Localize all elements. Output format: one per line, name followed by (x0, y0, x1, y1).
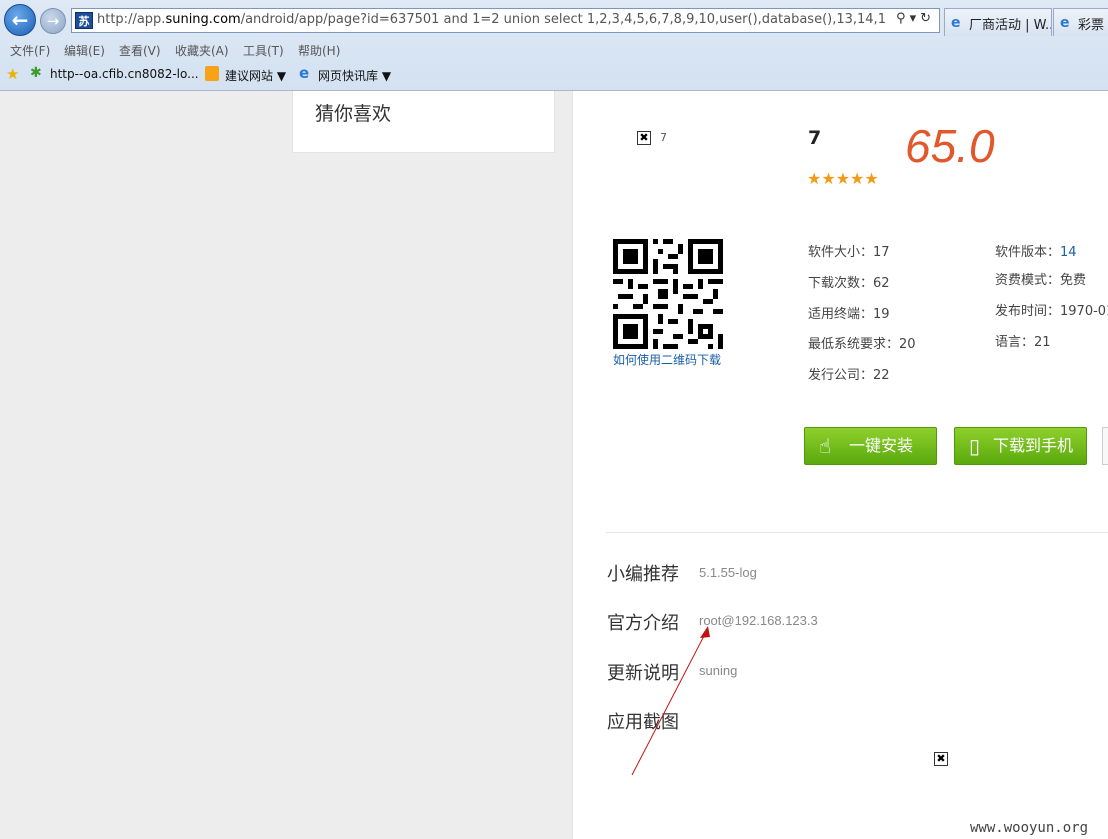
menu-tools[interactable]: 工具(T) (243, 42, 284, 59)
info-pricing: 资费模式：免费 (995, 273, 1087, 288)
guess-you-like-title: 猜你喜欢 (315, 103, 392, 125)
back-button[interactable]: ← (4, 4, 36, 36)
url-text[interactable]: http://app.suning.com/android/app/page?i… (97, 12, 887, 30)
one-click-install-button[interactable]: ☝ 一键安装 (804, 427, 937, 465)
hand-pointer-icon: ☝ (819, 434, 832, 458)
info-downloads: 下载次数：62 (808, 276, 890, 291)
broken-image-icon: ✖ (934, 752, 948, 766)
broken-image-icon: ✖ (637, 131, 651, 145)
menu-edit[interactable]: 编辑(E) (64, 42, 105, 59)
address-bar[interactable]: 苏 http://app.suning.com/android/app/page… (71, 8, 940, 33)
refresh-icon[interactable]: ↻ (920, 11, 935, 26)
qr-code-image (613, 239, 723, 349)
divider (606, 532, 1108, 533)
menu-view[interactable]: 查看(V) (119, 42, 161, 59)
rating-stars: ★★★★★ (807, 169, 879, 188)
tab-vendor-activity[interactable]: e 厂商活动 | W... (944, 8, 1052, 36)
browser-chrome: ← → 苏 http://app.suning.com/android/app/… (0, 0, 1108, 91)
watermark: www.wooyun.org (970, 820, 1089, 836)
app-icon-alt-text: 7 (660, 131, 667, 144)
favorite-web-slice-gallery[interactable]: 网页快讯库 ▼ (318, 67, 391, 84)
favorites-star-icon[interactable]: ★ (6, 65, 19, 83)
more-button-edge[interactable] (1102, 427, 1108, 465)
section-value-editor-pick: 5.1.55-log (699, 565, 757, 580)
ie-icon: e (1060, 15, 1070, 31)
bing-icon (205, 66, 219, 81)
site-favicon-icon: 苏 (75, 12, 93, 29)
favorite-suggested-sites[interactable]: 建议网站 ▼ (225, 67, 286, 84)
tab-lottery[interactable]: e 彩票 (1053, 8, 1108, 36)
forward-button[interactable]: → (40, 8, 66, 34)
app-score: 65.0 (905, 120, 995, 172)
dropdown-icon[interactable]: ▾ (910, 11, 921, 26)
address-bar-icons: ⚲▾↻ (896, 11, 935, 26)
ie-icon: e (299, 64, 310, 82)
qr-help-link[interactable]: 如何使用二维码下载 (613, 351, 721, 368)
annotation-arrow (631, 626, 710, 776)
search-icon[interactable]: ⚲ (896, 11, 910, 26)
chevron-down-icon: ▼ (276, 69, 287, 83)
info-publisher: 发行公司：22 (808, 368, 890, 383)
phone-icon: ▯ (969, 434, 981, 458)
site-gear-icon: ✱ (30, 65, 42, 81)
info-min-system: 最低系统要求：20 (808, 337, 916, 352)
info-version: 软件版本：14 (995, 245, 1077, 260)
menu-bar: 文件(F) 编辑(E) 查看(V) 收藏夹(A) 工具(T) 帮助(H) (0, 38, 1108, 60)
menu-file[interactable]: 文件(F) (10, 42, 50, 59)
menu-help[interactable]: 帮助(H) (298, 42, 340, 59)
navigation-bar: ← → 苏 http://app.suning.com/android/app/… (0, 0, 1108, 38)
info-size: 软件大小：17 (808, 245, 890, 260)
app-name: 7 (808, 127, 822, 149)
info-language: 语言：21 (995, 335, 1051, 350)
ie-icon: e (951, 15, 961, 31)
info-terminal: 适用终端：19 (808, 307, 890, 322)
download-to-phone-button[interactable]: ▯ 下载到手机 (954, 427, 1087, 465)
favorite-oa-link[interactable]: http--oa.cfib.cn8082-lo... (50, 67, 199, 81)
guess-you-like-card: 猜你喜欢 (292, 91, 555, 153)
favorites-bar: ★ ✱ http--oa.cfib.cn8082-lo... 建议网站 ▼ e … (0, 62, 1108, 88)
chevron-down-icon: ▼ (381, 69, 392, 83)
menu-favorites[interactable]: 收藏夹(A) (175, 42, 229, 59)
section-label-editor-pick: 小编推荐 (607, 564, 679, 585)
info-release-date: 发布时间：1970-01 (995, 304, 1108, 319)
